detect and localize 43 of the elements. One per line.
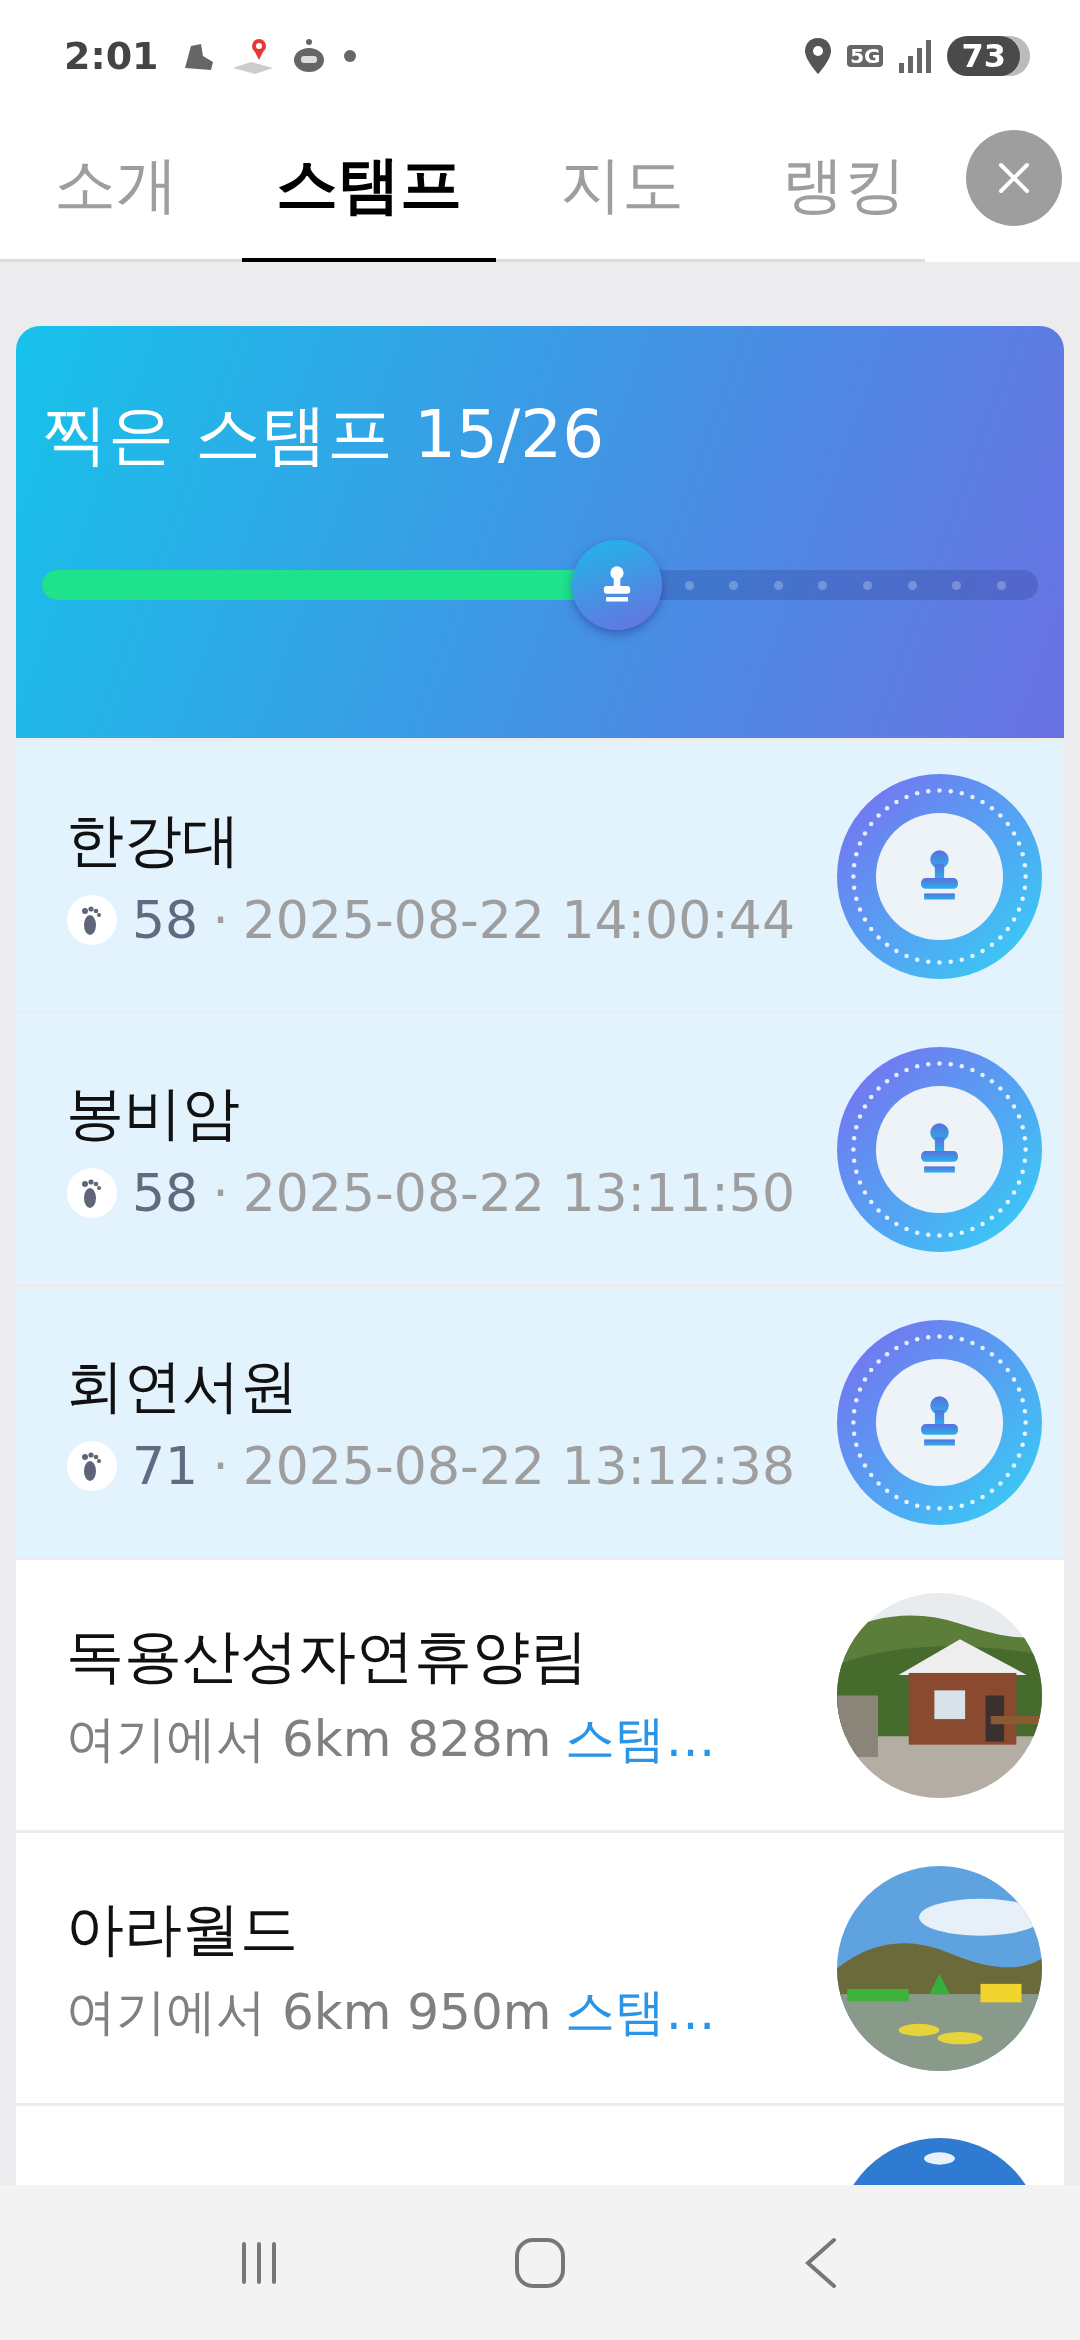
distance-text: 여기에서 6km 950m <box>66 1981 552 2043</box>
footprint-icon <box>66 1167 118 1219</box>
progress-title: 찍은 스탬프 15/26 <box>42 395 605 475</box>
footprint-icon <box>66 1440 118 1492</box>
footprint-icon <box>66 894 118 946</box>
step-count: 58 <box>132 890 199 950</box>
stamped-place-row[interactable]: 한강대 58 · 2025-08-22 14:00:44 <box>16 741 1064 1011</box>
signal-icon <box>897 39 934 73</box>
notification-dot-icon <box>342 49 357 63</box>
separator: · <box>212 1163 229 1223</box>
place-name: 회연서원 <box>66 1351 298 1422</box>
track-dot <box>684 580 694 590</box>
track-dot <box>773 580 783 590</box>
separator: · <box>212 890 229 950</box>
network-type: 5G <box>847 45 884 67</box>
step-count: 71 <box>132 1436 199 1496</box>
close-icon <box>997 161 1031 195</box>
stamped-place-row[interactable]: 봉비암 58 · 2025-08-22 13:11:50 <box>16 1014 1064 1284</box>
track-dot <box>997 580 1007 590</box>
stamp-badge-icon[interactable] <box>837 773 1042 979</box>
stamp-time: 2025-08-22 13:11:50 <box>242 1163 795 1223</box>
stamp-badge-icon[interactable] <box>837 1319 1042 1525</box>
place-row[interactable]: 독용산성자연휴양림 여기에서 6km 828m 스탬… <box>16 1560 1064 1830</box>
track-dot <box>863 580 873 590</box>
stamp-time: 2025-08-22 14:00:44 <box>242 890 795 950</box>
place-row[interactable]: 아라월드 여기에서 6km 950m 스탬… <box>16 1833 1064 2103</box>
track-dot <box>907 580 917 590</box>
distance-text: 여기에서 6km 828m <box>66 1708 552 1770</box>
place-name: 봉비암 <box>66 1078 240 1149</box>
stamped-place-row[interactable]: 회연서원 71 · 2025-08-22 13:12:38 <box>16 1287 1064 1557</box>
home-icon <box>513 2235 567 2290</box>
track-dot <box>952 580 962 590</box>
place-name: 독용산성자연휴양림 <box>66 1620 588 1692</box>
place-name: 한강대 <box>66 805 240 876</box>
stamp-badge-icon[interactable] <box>837 1046 1042 1252</box>
location-icon <box>803 36 834 76</box>
place-name: 아라월드 <box>66 1893 298 1965</box>
separator: · <box>212 1436 229 1496</box>
step-count: 58 <box>132 1163 199 1223</box>
track-dot <box>729 580 739 590</box>
status-time: 2:01 <box>64 34 159 78</box>
track-dot <box>818 580 828 590</box>
stamp-time: 2025-08-22 13:12:38 <box>242 1436 795 1496</box>
